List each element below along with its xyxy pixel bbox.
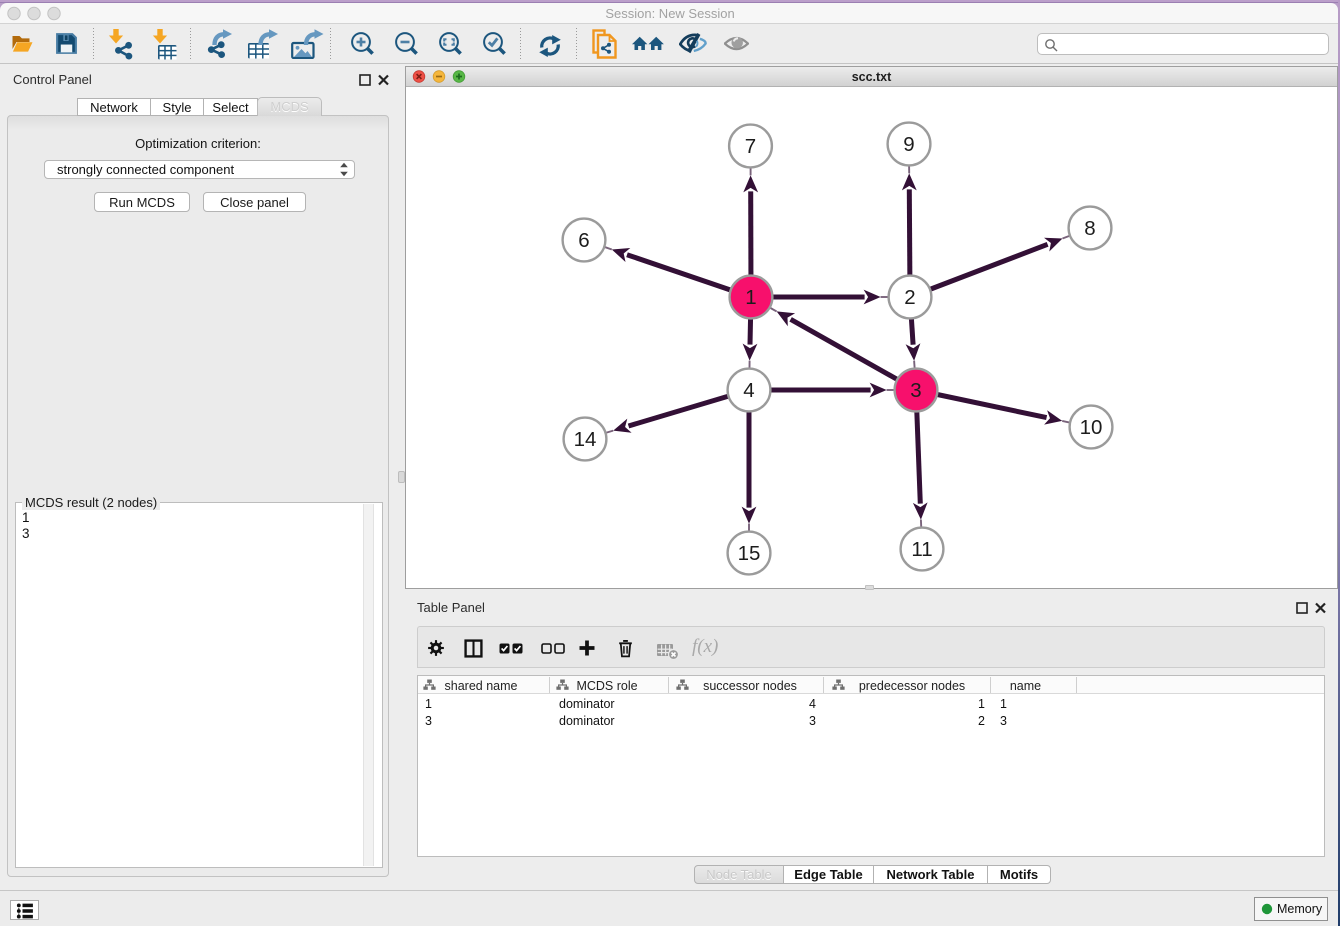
svg-text:2: 2 <box>904 286 915 309</box>
svg-text:7: 7 <box>745 135 756 158</box>
svg-text:11: 11 <box>911 538 932 561</box>
svg-text:3: 3 <box>910 379 921 402</box>
svg-text:4: 4 <box>743 379 754 402</box>
svg-text:6: 6 <box>578 229 589 252</box>
svg-text:10: 10 <box>1080 416 1103 439</box>
svg-text:1: 1 <box>745 286 756 309</box>
svg-text:8: 8 <box>1084 217 1095 240</box>
svg-text:15: 15 <box>738 542 761 565</box>
svg-text:9: 9 <box>903 133 914 156</box>
svg-text:14: 14 <box>574 428 597 451</box>
